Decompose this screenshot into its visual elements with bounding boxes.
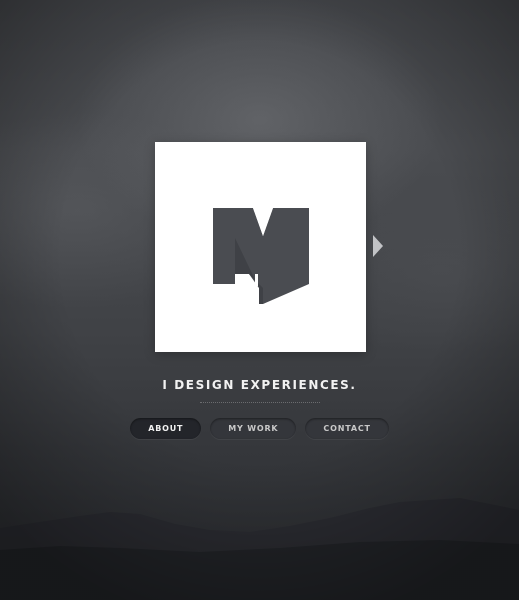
contact-button[interactable]: CONTACT	[305, 418, 389, 439]
tagline: I DESIGN EXPERIENCES.	[162, 378, 357, 392]
my-work-button[interactable]: MY WORK	[210, 418, 297, 439]
divider	[200, 402, 320, 403]
main-nav: ABOUT MY WORK CONTACT	[0, 418, 519, 439]
about-button[interactable]: ABOUT	[130, 418, 202, 439]
page-background: I DESIGN EXPERIENCES. ABOUT MY WORK CONT…	[0, 0, 519, 600]
m-monogram-logo	[213, 208, 309, 304]
triangle-right-icon[interactable]	[372, 234, 384, 258]
logo-card	[155, 142, 366, 352]
mountain-silhouette	[0, 498, 519, 600]
